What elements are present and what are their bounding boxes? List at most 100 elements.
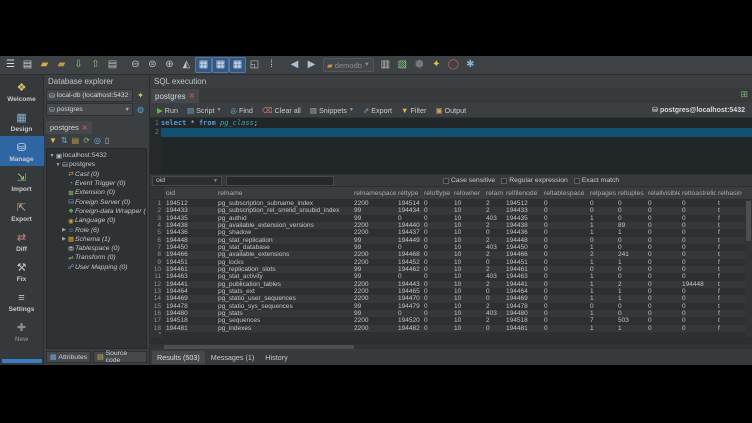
table-cell[interactable]: 194481 xyxy=(504,325,542,332)
table-cell[interactable]: 0 xyxy=(542,207,588,214)
table-cell[interactable]: 194466 xyxy=(164,251,216,258)
table-cell[interactable]: 0 xyxy=(542,310,588,317)
table-cell[interactable]: 99 xyxy=(352,310,396,317)
save-icon[interactable]: ▰ xyxy=(53,57,70,73)
table-row[interactable]: 10194461pg_replication_slots991944620102… xyxy=(150,266,752,273)
tree-item[interactable]: ⇌Transform (0) xyxy=(47,253,146,262)
code-line-2-current[interactable] xyxy=(161,128,752,137)
table-cell[interactable]: 0 xyxy=(542,281,588,288)
table-cell[interactable]: 0 xyxy=(588,303,616,310)
table-cell[interactable]: 0 xyxy=(542,325,588,332)
table-cell[interactable]: 0 xyxy=(422,303,452,310)
result-tab-history[interactable]: History xyxy=(260,351,292,364)
search-objects-icon[interactable]: ◎ xyxy=(94,135,101,147)
table-cell[interactable]: 0 xyxy=(588,207,616,214)
table-cell[interactable]: 2200 xyxy=(352,222,396,229)
table-cell[interactable]: 2200 xyxy=(352,200,396,207)
close-icon[interactable]: ✕ xyxy=(82,124,88,132)
column-header-reloftype[interactable]: reloftype xyxy=(422,187,452,199)
result-tab-messages-1-[interactable]: Messages (1) xyxy=(206,351,260,364)
table-cell[interactable]: 1 xyxy=(616,295,646,302)
table-cell[interactable]: 0 xyxy=(646,266,680,273)
table-cell[interactable]: 0 xyxy=(422,229,452,236)
table-cell[interactable]: 0 xyxy=(542,229,588,236)
vertical-scrollbar[interactable] xyxy=(745,200,752,337)
table-cell[interactable]: 10 xyxy=(452,310,484,317)
table-cell[interactable]: 1 xyxy=(588,281,616,288)
regular-expression-checkbox[interactable]: Regular expression xyxy=(501,177,568,184)
report-icon[interactable]: ▥ xyxy=(377,57,394,73)
sidebar-item-settings[interactable]: ≡Settings xyxy=(0,286,44,316)
table-cell[interactable]: 194462 xyxy=(396,266,422,273)
filter-button[interactable]: ▼Filter xyxy=(397,104,430,117)
table-cell[interactable]: 2 xyxy=(588,251,616,258)
table-cell[interactable]: 2200 xyxy=(352,251,396,258)
table-cell[interactable]: 194481 xyxy=(164,325,216,332)
table-cell[interactable]: 0 xyxy=(422,281,452,288)
tree-item[interactable]: ▼⛁postgres xyxy=(47,160,146,169)
table-cell[interactable]: 2 xyxy=(616,281,646,288)
new-script-icon[interactable]: ▤ xyxy=(19,57,36,73)
case-sensitive-checkbox[interactable]: Case sensitive xyxy=(443,177,495,184)
tree-item[interactable]: ⊞Extension (0) xyxy=(47,188,146,197)
table-cell[interactable]: 10 xyxy=(452,237,484,244)
table-row[interactable]: 18194481pg_indexes2200194482010019448101… xyxy=(150,325,752,332)
table-cell[interactable]: 194441 xyxy=(504,281,542,288)
table-cell[interactable]: 194461 xyxy=(164,266,216,273)
open-icon[interactable]: ▰ xyxy=(36,57,53,73)
sidebar-item-import[interactable]: ⇲Import xyxy=(0,166,44,196)
help-icon[interactable]: ◯ xyxy=(445,57,462,73)
table-cell[interactable]: 1 xyxy=(588,288,616,295)
table-cell[interactable]: 0 xyxy=(680,222,716,229)
table-cell[interactable]: 0 xyxy=(422,310,452,317)
table-cell[interactable]: 0 xyxy=(422,244,452,251)
export-file-icon[interactable]: ⇧ xyxy=(87,57,104,73)
table-cell[interactable]: 0 xyxy=(616,215,646,222)
table-cell[interactable]: 0 xyxy=(422,259,452,266)
table-cell[interactable]: 194479 xyxy=(396,303,422,310)
code-line-1[interactable]: select * from pg_class; xyxy=(161,119,752,128)
table-cell[interactable]: 0 xyxy=(422,200,452,207)
table-cell[interactable]: 0 xyxy=(646,207,680,214)
table-cell[interactable]: pg_stats xyxy=(216,310,352,317)
horizontal-scrollbar[interactable] xyxy=(150,343,752,349)
new-row-marker[interactable]: * xyxy=(150,332,752,338)
table-cell[interactable]: 194478 xyxy=(504,303,542,310)
table-cell[interactable]: 2 xyxy=(484,266,504,273)
sidebar-item-fix[interactable]: ⚒Fix xyxy=(0,256,44,286)
print-icon[interactable]: ▤ xyxy=(104,57,121,73)
table-cell[interactable]: 2200 xyxy=(352,295,396,302)
tree-item[interactable]: ◉Language (0) xyxy=(47,216,146,225)
table-cell[interactable]: 0 xyxy=(646,273,680,280)
table-cell[interactable]: 0 xyxy=(422,237,452,244)
table-cell[interactable]: pg_subscription_subname_index xyxy=(216,200,352,207)
script-button[interactable]: ▤Script▼ xyxy=(183,104,225,117)
database-selector[interactable]: ▰demodb▼ xyxy=(323,58,374,72)
table-cell[interactable]: 194435 xyxy=(504,215,542,222)
new-connection-button[interactable]: ✦ xyxy=(134,89,147,102)
table-cell[interactable]: 0 xyxy=(646,310,680,317)
table-cell[interactable]: 194448 xyxy=(164,237,216,244)
table-cell[interactable]: pg_statio_user_sequences xyxy=(216,295,352,302)
column-header-reltoastrelid[interactable]: reltoastrelid xyxy=(680,187,716,199)
table-cell[interactable]: 0 xyxy=(646,325,680,332)
find-button[interactable]: ◎Find xyxy=(226,104,257,117)
table-row[interactable]: 11194463pg_stat_activity9900104031944630… xyxy=(150,273,752,280)
table-cell[interactable]: pg_indexes xyxy=(216,325,352,332)
table-cell[interactable]: 0 xyxy=(680,251,716,258)
table-cell[interactable]: 0 xyxy=(422,317,452,324)
table-row[interactable]: 8194466pg_available_extensions2200194468… xyxy=(150,251,752,258)
table-cell[interactable]: 0 xyxy=(646,295,680,302)
table-cell[interactable]: 0 xyxy=(680,317,716,324)
table-cell[interactable]: 0 xyxy=(422,288,452,295)
table-cell[interactable]: 10 xyxy=(452,273,484,280)
table-cell[interactable]: 0 xyxy=(422,215,452,222)
table-cell[interactable]: 0 xyxy=(542,288,588,295)
table-cell[interactable]: 1 xyxy=(588,215,616,222)
table-cell[interactable]: 1 xyxy=(588,295,616,302)
sidebar-item-design[interactable]: ▦Design xyxy=(0,106,44,136)
run-button[interactable]: ▶Run xyxy=(153,104,182,117)
table-cell[interactable]: pg_sequences xyxy=(216,317,352,324)
table-cell[interactable]: 7 xyxy=(588,317,616,324)
table-cell[interactable]: 194469 xyxy=(504,295,542,302)
